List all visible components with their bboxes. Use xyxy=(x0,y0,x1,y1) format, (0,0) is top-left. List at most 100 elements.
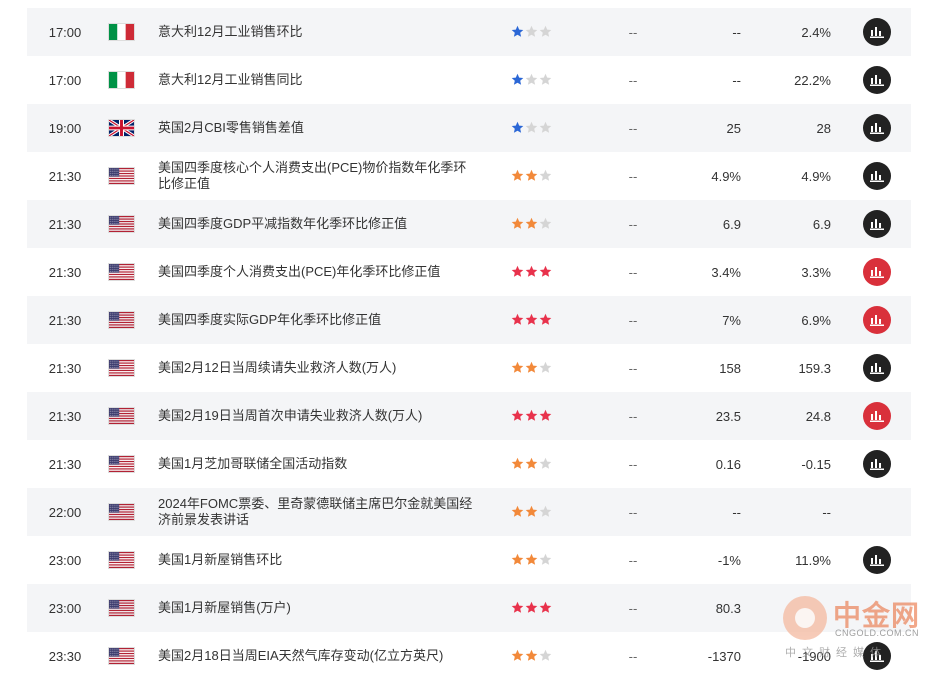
actual-value: 2.4% xyxy=(801,24,831,40)
star-filled-icon xyxy=(525,649,538,662)
event-title[interactable]: 美国1月芝加哥联储全国活动指数 xyxy=(158,456,478,472)
event-time: 23:00 xyxy=(48,600,82,616)
bar-chart-icon xyxy=(870,458,884,470)
star-filled-icon xyxy=(539,409,552,422)
bar-chart-icon xyxy=(870,170,884,182)
flag-us-icon xyxy=(108,647,135,665)
importance-stars xyxy=(511,553,555,567)
star-filled-icon xyxy=(525,409,538,422)
previous-value: -- xyxy=(628,24,638,40)
event-title[interactable]: 美国2月12日当周续请失业救济人数(万人) xyxy=(158,360,478,376)
importance-stars xyxy=(511,649,555,663)
forecast-value: 6.9 xyxy=(722,216,741,232)
event-title[interactable]: 美国四季度实际GDP年化季环比修正值 xyxy=(158,312,478,328)
event-title[interactable]: 美国四季度GDP平减指数年化季环比修正值 xyxy=(158,216,478,232)
chart-button[interactable] xyxy=(863,18,891,46)
bar-chart-icon xyxy=(870,314,884,326)
star-empty-icon xyxy=(525,25,538,38)
table-row: 21:30 美国2月19日当周首次申请失业救济人数(万人) -- 23.5 24.8 xyxy=(27,392,911,440)
flag-us-icon xyxy=(108,407,135,425)
actual-value: 159.3 xyxy=(798,360,831,376)
star-filled-icon xyxy=(525,361,538,374)
star-empty-icon xyxy=(539,505,552,518)
importance-stars xyxy=(511,361,555,375)
event-title[interactable]: 美国1月新屋销售(万户) xyxy=(158,600,478,616)
previous-value: -- xyxy=(628,312,638,328)
event-title[interactable]: 美国2月19日当周首次申请失业救济人数(万人) xyxy=(158,408,478,424)
flag-us-icon xyxy=(108,167,135,185)
bar-chart-icon xyxy=(870,74,884,86)
flag-us-icon xyxy=(108,263,135,281)
table-row: 21:30 美国四季度实际GDP年化季环比修正值 -- 7% 6.9% xyxy=(27,296,911,344)
chart-button[interactable] xyxy=(863,210,891,238)
star-filled-icon xyxy=(539,313,552,326)
star-filled-icon xyxy=(525,217,538,230)
chart-button[interactable] xyxy=(863,354,891,382)
actual-value: -- xyxy=(822,504,831,520)
star-empty-icon xyxy=(539,73,552,86)
chart-button[interactable] xyxy=(863,450,891,478)
bar-chart-icon xyxy=(870,26,884,38)
flag-uk-icon xyxy=(108,119,135,137)
event-title[interactable]: 美国四季度核心个人消费支出(PCE)物价指数年化季环比修正值 xyxy=(158,160,478,192)
chart-button[interactable] xyxy=(863,66,891,94)
event-title[interactable]: 意大利12月工业销售同比 xyxy=(158,72,478,88)
star-filled-icon xyxy=(525,169,538,182)
event-title[interactable]: 英国2月CBI零售销售差值 xyxy=(158,120,478,136)
event-title[interactable]: 意大利12月工业销售环比 xyxy=(158,24,478,40)
actual-value: 6.9% xyxy=(801,312,831,328)
actual-value: 11.9% xyxy=(795,552,831,568)
chart-button[interactable] xyxy=(863,258,891,286)
previous-value: -- xyxy=(628,360,638,376)
chart-button[interactable] xyxy=(863,306,891,334)
star-filled-icon xyxy=(525,313,538,326)
table-row: 21:30 美国四季度个人消费支出(PCE)年化季环比修正值 -- 3.4% 3.3% xyxy=(27,248,911,296)
forecast-value: 25 xyxy=(726,120,741,136)
chart-button[interactable] xyxy=(863,642,891,670)
table-row: 22:00 2024年FOMC票委、里奇蒙德联储主席巴尔金就美国经济前景发表讲话 -… xyxy=(27,488,911,536)
table-row: 23:00 美国1月新屋销售环比 -- -1% 11.9% xyxy=(27,536,911,584)
event-title[interactable]: 美国四季度个人消费支出(PCE)年化季环比修正值 xyxy=(158,264,478,280)
bar-chart-icon xyxy=(870,362,884,374)
star-filled-icon xyxy=(511,601,524,614)
event-title[interactable]: 美国1月新屋销售环比 xyxy=(158,552,478,568)
forecast-value: 0.16 xyxy=(715,456,741,472)
star-filled-icon xyxy=(511,457,524,470)
economic-calendar-table: 17:00 意大利12月工业销售环比 -- -- 2.4% 17:00 意大利12月工业销售… xyxy=(27,8,911,680)
table-row: 21:30 美国1月芝加哥联储全国活动指数 -- 0.16 -0.15 xyxy=(27,440,911,488)
importance-stars xyxy=(511,25,555,39)
importance-stars xyxy=(511,169,555,183)
star-filled-icon xyxy=(525,601,538,614)
star-empty-icon xyxy=(539,361,552,374)
actual-value: 6.9 xyxy=(812,216,831,232)
flag-us-icon xyxy=(108,215,135,233)
chart-button[interactable] xyxy=(863,402,891,430)
forecast-value: -1% xyxy=(717,552,741,568)
forecast-value: -- xyxy=(732,504,741,520)
star-filled-icon xyxy=(539,265,552,278)
actual-value: 22.2% xyxy=(794,72,831,88)
forecast-value: 23.5 xyxy=(715,408,741,424)
chart-button[interactable] xyxy=(863,114,891,142)
actual-value: 3.3% xyxy=(801,264,831,280)
event-title[interactable]: 2024年FOMC票委、里奇蒙德联储主席巴尔金就美国经济前景发表讲话 xyxy=(158,496,478,528)
previous-value: -- xyxy=(628,408,638,424)
previous-value: -- xyxy=(628,552,638,568)
flag-us-icon xyxy=(108,503,135,521)
forecast-value: -1370 xyxy=(707,648,741,664)
chart-button[interactable] xyxy=(863,162,891,190)
event-time: 21:30 xyxy=(48,264,82,280)
table-row: 19:00 英国2月CBI零售销售差值 -- 25 28 xyxy=(27,104,911,152)
flag-us-icon xyxy=(108,599,135,617)
star-filled-icon xyxy=(511,313,524,326)
table-row: 21:30 美国四季度GDP平减指数年化季环比修正值 -- 6.9 6.9 xyxy=(27,200,911,248)
flag-us-icon xyxy=(108,551,135,569)
bar-chart-icon xyxy=(870,554,884,566)
event-title[interactable]: 美国2月18日当周EIA天然气库存变动(亿立方英尺) xyxy=(158,648,478,664)
star-filled-icon xyxy=(525,505,538,518)
star-filled-icon xyxy=(539,601,552,614)
star-filled-icon xyxy=(511,25,524,38)
actual-value: 28 xyxy=(816,120,831,136)
chart-button[interactable] xyxy=(863,546,891,574)
table-row: 17:00 意大利12月工业销售环比 -- -- 2.4% xyxy=(27,8,911,56)
